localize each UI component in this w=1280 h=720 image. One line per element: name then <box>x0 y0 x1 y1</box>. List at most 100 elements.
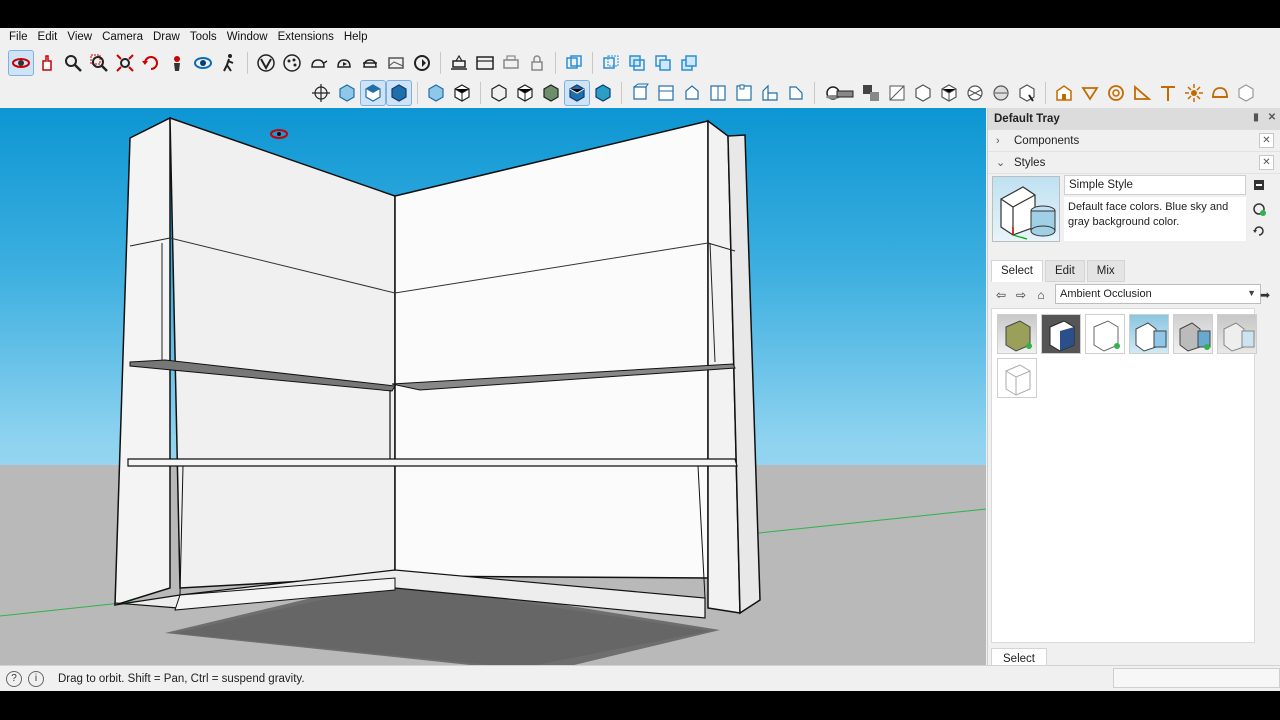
style3-icon[interactable] <box>731 80 757 106</box>
top-icon[interactable] <box>360 80 386 106</box>
style4-icon[interactable] <box>757 80 783 106</box>
vcb-icon[interactable] <box>253 50 279 76</box>
solid-split-icon[interactable] <box>988 80 1014 106</box>
solid-subtract-icon[interactable] <box>936 80 962 106</box>
previous-view-icon[interactable] <box>138 50 164 76</box>
close-icon[interactable]: ✕ <box>1266 112 1278 124</box>
menu-extensions[interactable]: Extensions <box>273 31 339 43</box>
solid-union-icon[interactable] <box>910 80 936 106</box>
wireframe-icon[interactable] <box>512 80 538 106</box>
sun-icon[interactable] <box>1181 80 1207 106</box>
group5-icon[interactable] <box>676 50 702 76</box>
iso-icon[interactable] <box>334 80 360 106</box>
back-icon[interactable] <box>449 80 475 106</box>
orbit-cursor-icon <box>270 129 288 139</box>
protractor-icon[interactable] <box>1129 80 1155 106</box>
style-swatch[interactable] <box>1217 314 1257 354</box>
style-swatch[interactable] <box>1041 314 1081 354</box>
tab-edit[interactable]: Edit <box>1044 260 1085 282</box>
menu-draw[interactable]: Draw <box>148 31 185 43</box>
section-icon[interactable] <box>357 50 383 76</box>
circle-tool-icon[interactable] <box>1103 80 1129 106</box>
warehouse-icon[interactable] <box>1051 80 1077 106</box>
zoom-icon[interactable] <box>60 50 86 76</box>
left-icon[interactable] <box>486 80 512 106</box>
outer-shell-icon[interactable] <box>884 80 910 106</box>
front-icon[interactable] <box>386 80 412 106</box>
styles-label: Styles <box>1014 156 1046 169</box>
shaded-icon[interactable] <box>564 80 590 106</box>
style-collection-select[interactable]: Ambient Occlusion ▼ <box>1055 284 1261 304</box>
helmet-icon[interactable] <box>1207 80 1233 106</box>
group1-icon[interactable] <box>561 50 587 76</box>
group4-icon[interactable] <box>650 50 676 76</box>
monochrome-icon[interactable] <box>627 80 653 106</box>
info-icon[interactable]: i <box>28 670 44 687</box>
teapot-arrow-icon[interactable] <box>331 50 357 76</box>
style-swatch[interactable] <box>997 358 1037 398</box>
measurements-box[interactable] <box>1113 668 1280 688</box>
sandbox-icon[interactable] <box>832 80 858 106</box>
print-icon[interactable] <box>446 50 472 76</box>
extension-icon[interactable] <box>1233 80 1259 106</box>
forward-arrow-icon[interactable]: ⇨ <box>1011 285 1031 305</box>
zoom-window-icon[interactable] <box>86 50 112 76</box>
close-icon[interactable]: ✕ <box>1259 133 1274 148</box>
style-palette-icon[interactable] <box>279 50 305 76</box>
teapot-icon[interactable] <box>305 50 331 76</box>
solid-inspector-icon[interactable] <box>1014 80 1040 106</box>
group2-icon[interactable] <box>598 50 624 76</box>
walk-icon[interactable] <box>216 50 242 76</box>
geo-location-icon[interactable]: ? <box>6 670 22 687</box>
refresh-icon[interactable] <box>1252 224 1266 238</box>
menu-file[interactable]: File <box>4 31 33 43</box>
xray-icon[interactable] <box>653 80 679 106</box>
update-style-icon[interactable] <box>1252 178 1266 192</box>
menu-view[interactable]: View <box>62 31 97 43</box>
menu-help[interactable]: Help <box>339 31 373 43</box>
menu-edit[interactable]: Edit <box>33 31 63 43</box>
style-description-field[interactable]: Default face colors. Blue sky and gray b… <box>1064 197 1246 241</box>
close-icon[interactable]: ✕ <box>1259 155 1274 170</box>
position-camera-icon[interactable] <box>164 50 190 76</box>
menu-camera[interactable]: Camera <box>97 31 148 43</box>
axes-icon[interactable] <box>308 80 334 106</box>
style-swatch[interactable] <box>1129 314 1169 354</box>
zoom-extents-icon[interactable] <box>112 50 138 76</box>
menu-window[interactable]: Window <box>222 31 273 43</box>
menu-tools[interactable]: Tools <box>185 31 222 43</box>
style-swatch[interactable] <box>1085 314 1125 354</box>
components-panel-header[interactable]: › Components ✕ <box>988 130 1280 152</box>
home-icon[interactable]: ⌂ <box>1031 285 1051 305</box>
look-around-icon[interactable] <box>190 50 216 76</box>
lock-icon[interactable] <box>524 50 550 76</box>
group3-icon[interactable] <box>624 50 650 76</box>
style-swatch[interactable] <box>1173 314 1213 354</box>
orbit-icon[interactable] <box>8 50 34 76</box>
tab-select[interactable]: Select <box>991 260 1043 282</box>
back-arrow-icon[interactable]: ⇦ <box>991 285 1011 305</box>
solid-trim-icon[interactable] <box>962 80 988 106</box>
pan-icon[interactable] <box>34 50 60 76</box>
face-icon[interactable] <box>679 80 705 106</box>
text-tool-icon[interactable] <box>1155 80 1181 106</box>
model-viewport[interactable] <box>0 108 986 665</box>
pin-icon[interactable]: ▮ <box>1250 112 1262 124</box>
rotate-icon[interactable] <box>409 50 435 76</box>
window-icon[interactable] <box>472 50 498 76</box>
right-icon[interactable] <box>423 80 449 106</box>
style2-icon[interactable] <box>705 80 731 106</box>
details-arrow-icon[interactable]: ➡ <box>1255 285 1275 305</box>
hidden-line-icon[interactable] <box>538 80 564 106</box>
style5-icon[interactable] <box>783 80 809 106</box>
intersect-icon[interactable] <box>858 80 884 106</box>
style-swatch[interactable] <box>997 314 1037 354</box>
create-style-icon[interactable] <box>1252 202 1266 216</box>
style-name-field[interactable]: Simple Style <box>1064 175 1246 195</box>
styles-panel-header[interactable]: ⌄ Styles ✕ <box>988 152 1280 174</box>
tape-icon[interactable] <box>1077 80 1103 106</box>
textured-icon[interactable] <box>590 80 616 106</box>
tab-mix[interactable]: Mix <box>1086 260 1125 282</box>
rectangle-frame-icon[interactable] <box>383 50 409 76</box>
printer-icon[interactable] <box>498 50 524 76</box>
